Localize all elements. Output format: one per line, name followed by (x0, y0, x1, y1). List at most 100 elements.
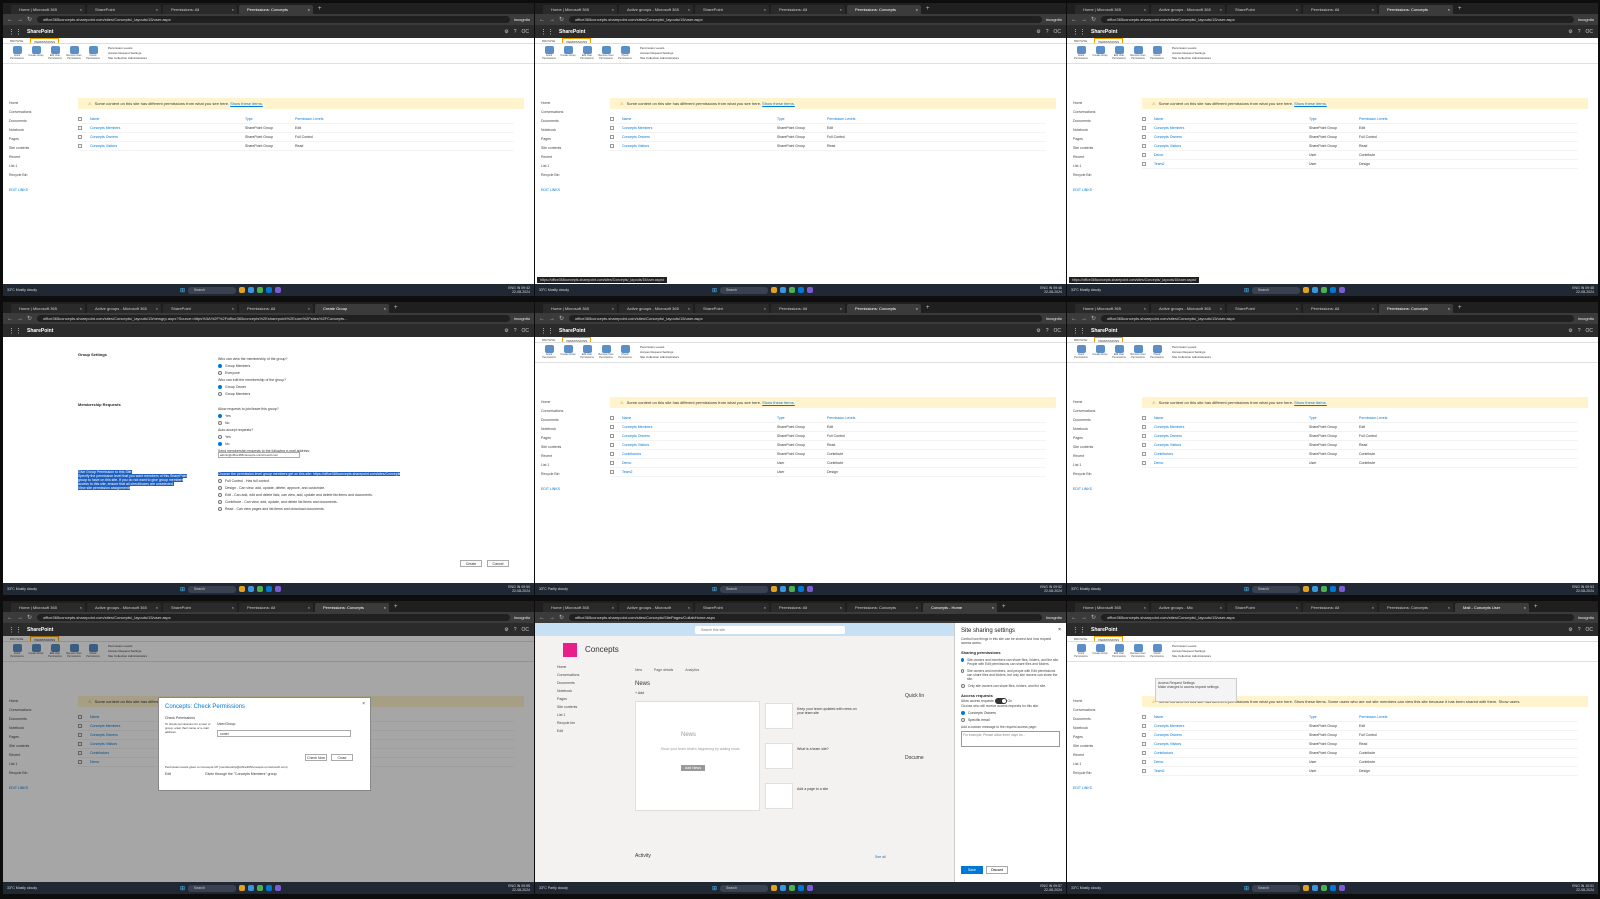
ribbon-button[interactable]: Edit User Permissions (47, 46, 63, 61)
taskbar-app-icon[interactable] (798, 885, 805, 891)
ribbon-button[interactable]: Check Permissions (85, 46, 101, 61)
quick-launch-item[interactable]: Conversations (1073, 707, 1118, 713)
group-name-link[interactable]: Demo (1154, 153, 1309, 157)
browser-tab[interactable]: Home | Microsoft 365 × (543, 5, 617, 14)
column-header[interactable]: Permission Levels (827, 117, 1046, 121)
tab-close-icon[interactable]: × (308, 5, 310, 14)
weather-widget[interactable]: 33°C Mostly cloudy (7, 288, 37, 292)
back-icon[interactable]: ← (1071, 615, 1077, 621)
tab-close-icon[interactable]: × (764, 304, 766, 313)
column-header[interactable]: Name (622, 117, 777, 121)
taskbar-app-icon[interactable] (248, 885, 255, 891)
taskbar-app-icon[interactable] (275, 586, 282, 592)
tab-close-icon[interactable]: × (1144, 304, 1146, 313)
group-name-link[interactable]: Concepts Members (622, 425, 777, 429)
ribbon-tab[interactable]: PERMISSIONS (1094, 636, 1124, 642)
row-checkbox[interactable] (1142, 751, 1146, 755)
column-header[interactable]: Permission Levels (827, 416, 1046, 420)
quick-launch-item[interactable]: List 1 (541, 163, 586, 169)
browser-tab[interactable]: SharePoint × (695, 5, 769, 14)
tab-close-icon[interactable]: × (764, 5, 766, 14)
start-icon[interactable]: ⊞ (712, 586, 717, 593)
quick-launch-item[interactable]: Documents (9, 118, 54, 124)
browser-tab[interactable]: Permissions: All × (771, 304, 845, 313)
quick-launch-item[interactable]: Conversations (1073, 109, 1118, 115)
tab-close-icon[interactable]: × (612, 304, 614, 313)
edit-links-link[interactable]: EDIT LINKS (1073, 486, 1118, 492)
radio-button[interactable] (961, 684, 965, 688)
browser-tab[interactable]: Active groups - Microsoft 365 × (619, 5, 693, 14)
quick-launch-item[interactable]: Home (541, 100, 586, 106)
tab-close-icon[interactable]: × (156, 603, 158, 612)
ribbon-tab[interactable]: BROWSE (539, 38, 558, 43)
quick-launch-item[interactable]: Conversations (541, 109, 586, 115)
app-launcher-icon[interactable]: ⋮⋮ (1072, 28, 1086, 36)
row-checkbox[interactable] (1142, 162, 1146, 166)
tab-close-icon[interactable]: × (1144, 5, 1146, 14)
ribbon-button[interactable]: Create Group (28, 46, 44, 61)
manage-link[interactable]: Access Request Settings (1172, 649, 1211, 653)
taskbar-search[interactable]: Search (188, 286, 237, 294)
quick-launch-item[interactable]: Recycle Bin (1073, 770, 1118, 776)
browser-tab[interactable]: Permissions: All × (239, 304, 313, 313)
start-icon[interactable]: ⊞ (712, 287, 717, 294)
tab-close-icon[interactable]: × (1448, 304, 1450, 313)
browser-tab[interactable]: Home | Microsoft 365 × (11, 5, 85, 14)
column-header[interactable]: Permission Levels (295, 117, 514, 121)
tab-close-icon[interactable]: × (1220, 5, 1222, 14)
row-checkbox[interactable] (1142, 452, 1146, 456)
tab-close-icon[interactable]: × (688, 304, 690, 313)
browser-tab[interactable]: Home | Microsoft 365 × (1075, 5, 1149, 14)
settings-gear-icon[interactable]: ⚙ (1568, 328, 1572, 334)
row-checkbox[interactable] (78, 126, 82, 130)
taskbar-app-icon[interactable] (780, 287, 787, 293)
row-checkbox[interactable] (610, 434, 614, 438)
group-name-link[interactable]: Concepts Visitors (622, 443, 777, 447)
row-checkbox[interactable] (610, 135, 614, 139)
browser-tab[interactable]: SharePoint × (695, 603, 769, 612)
url-field[interactable]: office365concepts.sharepoint.com/sites/C… (37, 614, 510, 621)
weather-widget[interactable]: 33°C Mostly cloudy (539, 288, 569, 292)
quick-launch-item[interactable]: Recent (1073, 154, 1118, 160)
browser-tab[interactable]: Active groups - Microsoft 365 × (1151, 5, 1225, 14)
column-header[interactable]: Name (90, 117, 245, 121)
taskbar-app-icon[interactable] (771, 287, 778, 293)
ribbon-tab[interactable]: PERMISSIONS (562, 337, 592, 343)
start-icon[interactable]: ⊞ (1244, 885, 1249, 892)
start-icon[interactable]: ⊞ (1244, 287, 1249, 294)
group-name-link[interactable]: Team2 (1154, 769, 1309, 773)
edit-links-link[interactable]: EDIT LINKS (541, 486, 586, 492)
manage-link[interactable]: Permission Levels (108, 46, 147, 50)
quick-launch-item[interactable]: Documents (1073, 118, 1118, 124)
taskbar-app-icon[interactable] (807, 287, 814, 293)
site-nav-item[interactable]: Site contents (557, 705, 617, 709)
tab-close-icon[interactable]: × (1296, 603, 1298, 612)
browser-tab[interactable]: Home | Microsoft 365 × (543, 304, 617, 313)
select-all-checkbox[interactable] (610, 416, 614, 420)
ribbon-button[interactable]: Grant Permissions (9, 46, 25, 61)
close-icon[interactable]: × (1058, 627, 1061, 633)
browser-tab[interactable]: Permissions: All × (1303, 5, 1377, 14)
row-checkbox[interactable] (610, 144, 614, 148)
row-checkbox[interactable] (1142, 126, 1146, 130)
ribbon-button[interactable]: Remove User Permissions (1130, 644, 1146, 659)
forward-icon[interactable]: → (17, 17, 23, 23)
manage-link[interactable]: Access Request Settings (1172, 51, 1211, 55)
group-name-link[interactable]: Concepts Visitors (1154, 144, 1309, 148)
group-name-link[interactable]: Concepts Members (622, 126, 777, 130)
column-header[interactable]: Name (1154, 416, 1309, 420)
row-checkbox[interactable] (1142, 144, 1146, 148)
avatar[interactable]: OC (1586, 328, 1594, 334)
taskbar-app-icon[interactable] (807, 885, 814, 891)
settings-gear-icon[interactable]: ⚙ (504, 29, 508, 35)
taskbar-app-icon[interactable] (798, 586, 805, 592)
group-name-link[interactable]: Demo (1154, 760, 1309, 764)
ribbon-tab[interactable]: PERMISSIONS (1094, 337, 1124, 343)
quick-launch-item[interactable]: Conversations (1073, 408, 1118, 414)
ribbon-button[interactable]: Create Group (560, 46, 576, 61)
ribbon-tab[interactable]: BROWSE (1071, 337, 1090, 342)
row-checkbox[interactable] (1142, 733, 1146, 737)
quick-launch-item[interactable]: Recent (1073, 752, 1118, 758)
tab-close-icon[interactable]: × (612, 603, 614, 612)
permission-checkbox[interactable] (218, 493, 222, 497)
